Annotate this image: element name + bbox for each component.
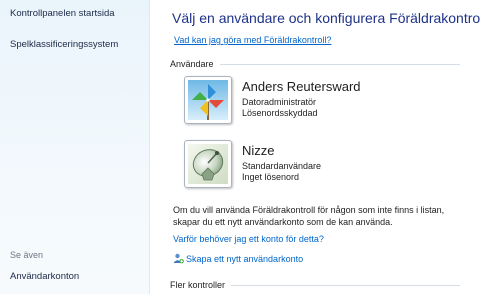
avatar [184, 140, 232, 188]
create-account-link[interactable]: Skapa ett nytt användarkonto [173, 253, 303, 264]
avatar [184, 76, 232, 124]
user-password-status: Inget lösenord [242, 172, 300, 182]
user-password-status: Lösenordsskyddad [242, 108, 318, 118]
satellite-dish-icon [188, 144, 228, 184]
info-text: Om du vill använda Föräldrakontroll för … [173, 205, 445, 227]
help-link[interactable]: Vad kan jag göra med Föräldrakontroll? [174, 35, 331, 45]
sidebar: Kontrollpanelen startsida Spelklassifice… [0, 0, 150, 294]
user-add-icon [173, 253, 184, 264]
user-account-type: Datoradministratör [242, 97, 317, 107]
user-tile-anders[interactable]: Anders Reutersward Datoradministratör Lö… [184, 76, 424, 126]
sidebar-link-game-ratings[interactable]: Spelklassificeringssystem [10, 39, 118, 50]
sidebar-link-user-accounts[interactable]: Användarkonton [10, 271, 79, 282]
section-divider [219, 63, 460, 65]
section-divider [231, 284, 460, 286]
page-title: Välj en användare och konfigurera Föräld… [172, 10, 480, 26]
more-controls-label: Fler kontroller [170, 280, 226, 290]
user-name: Nizze [242, 143, 275, 158]
why-account-link[interactable]: Varför behöver jag ett konto för detta? [173, 234, 324, 244]
main-content: Välj en användare och konfigurera Föräld… [151, 0, 480, 294]
users-section-header: Användare [170, 59, 460, 69]
pinwheel-icon [188, 80, 228, 120]
more-controls-section-header: Fler kontroller [170, 280, 460, 290]
users-section-label: Användare [170, 59, 214, 69]
see-also-label: Se även [10, 250, 44, 260]
user-tile-nizze[interactable]: Nizze Standardanvändare Inget lösenord [184, 140, 424, 190]
user-name: Anders Reutersward [242, 79, 361, 94]
user-account-type: Standardanvändare [242, 161, 322, 171]
create-account-label: Skapa ett nytt användarkonto [186, 253, 304, 264]
sidebar-link-control-panel-home[interactable]: Kontrollpanelen startsida [10, 8, 115, 19]
